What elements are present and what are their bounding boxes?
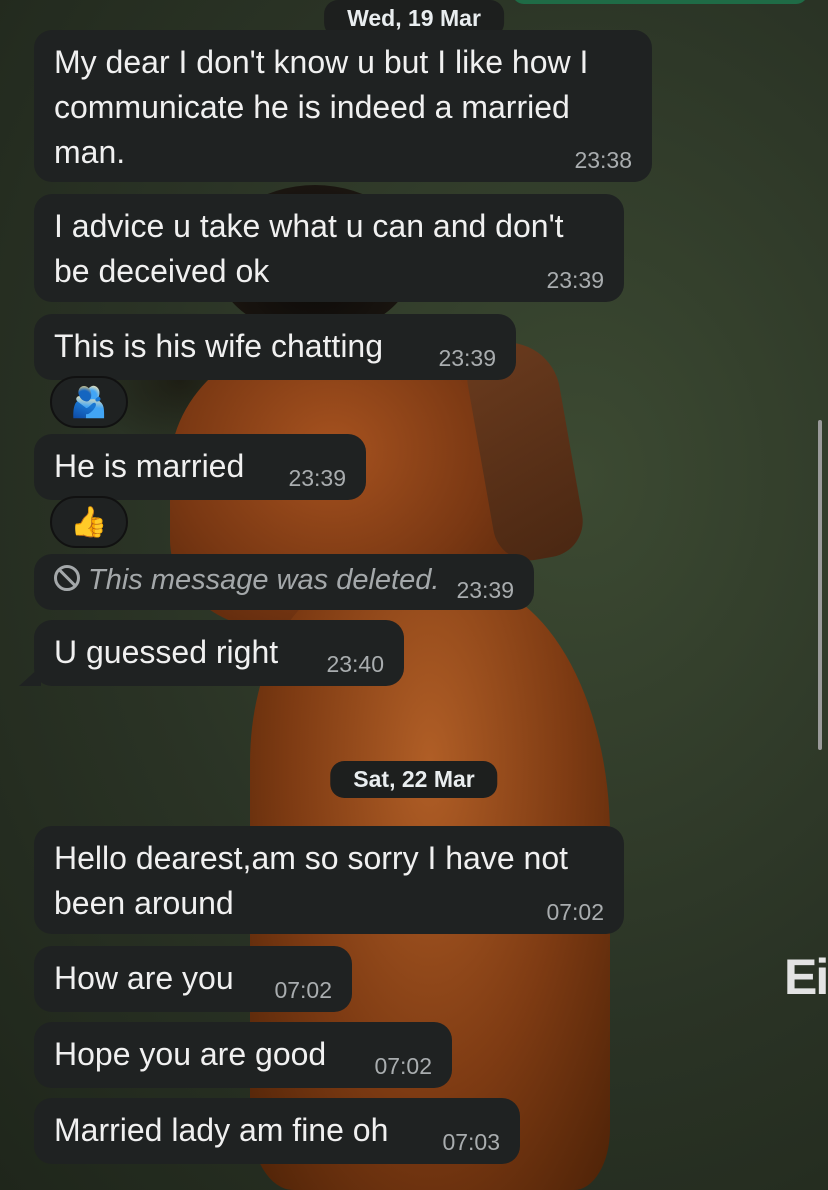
message-bubble[interactable]: How are you 07:02 xyxy=(34,946,352,1012)
message-bubble[interactable]: This is his wife chatting 23:39 xyxy=(34,314,516,380)
watermark-logo: Ei xyxy=(784,949,828,1005)
message-time: 23:39 xyxy=(288,465,346,491)
message-bubble[interactable]: U guessed right 23:40 xyxy=(34,620,404,686)
date-separator: Sat, 22 Mar xyxy=(330,761,498,798)
message-text: My dear I don't know u but I like how I … xyxy=(54,44,589,170)
message-bubble[interactable]: He is married 23:39 xyxy=(34,434,366,500)
message-time: 07:02 xyxy=(374,1053,432,1079)
message-time: 23:39 xyxy=(546,267,604,293)
outgoing-bubble-edge xyxy=(512,0,808,4)
message-time: 23:39 xyxy=(438,345,496,371)
message-text: I advice u take what u can and don't be … xyxy=(54,208,564,289)
deleted-message-row: This message was deleted. xyxy=(54,556,514,604)
message-text: Hello dearest,am so sorry I have not bee… xyxy=(54,840,569,921)
bubble-tail xyxy=(19,666,41,686)
message-bubble[interactable]: I advice u take what u can and don't be … xyxy=(34,194,624,302)
reaction-hug-icon[interactable]: 🫂 xyxy=(50,376,128,428)
deleted-message-text: This message was deleted. xyxy=(88,564,440,596)
message-time: 23:39 xyxy=(456,577,514,603)
message-time: 23:40 xyxy=(326,651,384,677)
ban-icon xyxy=(54,565,80,591)
deleted-message-bubble[interactable]: This message was deleted. 23:39 xyxy=(34,554,534,610)
message-time: 07:02 xyxy=(274,977,332,1003)
message-time: 23:38 xyxy=(574,147,632,173)
message-text: Married lady am fine oh xyxy=(54,1112,389,1148)
reaction-thumbs-up-icon[interactable]: 👍 xyxy=(50,496,128,548)
message-time: 07:03 xyxy=(442,1129,500,1155)
message-time: 07:02 xyxy=(546,899,604,925)
message-bubble[interactable]: Married lady am fine oh 07:03 xyxy=(34,1098,520,1164)
scrollbar[interactable] xyxy=(818,420,822,750)
message-bubble[interactable]: My dear I don't know u but I like how I … xyxy=(34,30,652,182)
message-bubble[interactable]: Hello dearest,am so sorry I have not bee… xyxy=(34,826,624,934)
message-text: This is his wife chatting xyxy=(54,328,384,364)
message-bubble[interactable]: Hope you are good 07:02 xyxy=(34,1022,452,1088)
